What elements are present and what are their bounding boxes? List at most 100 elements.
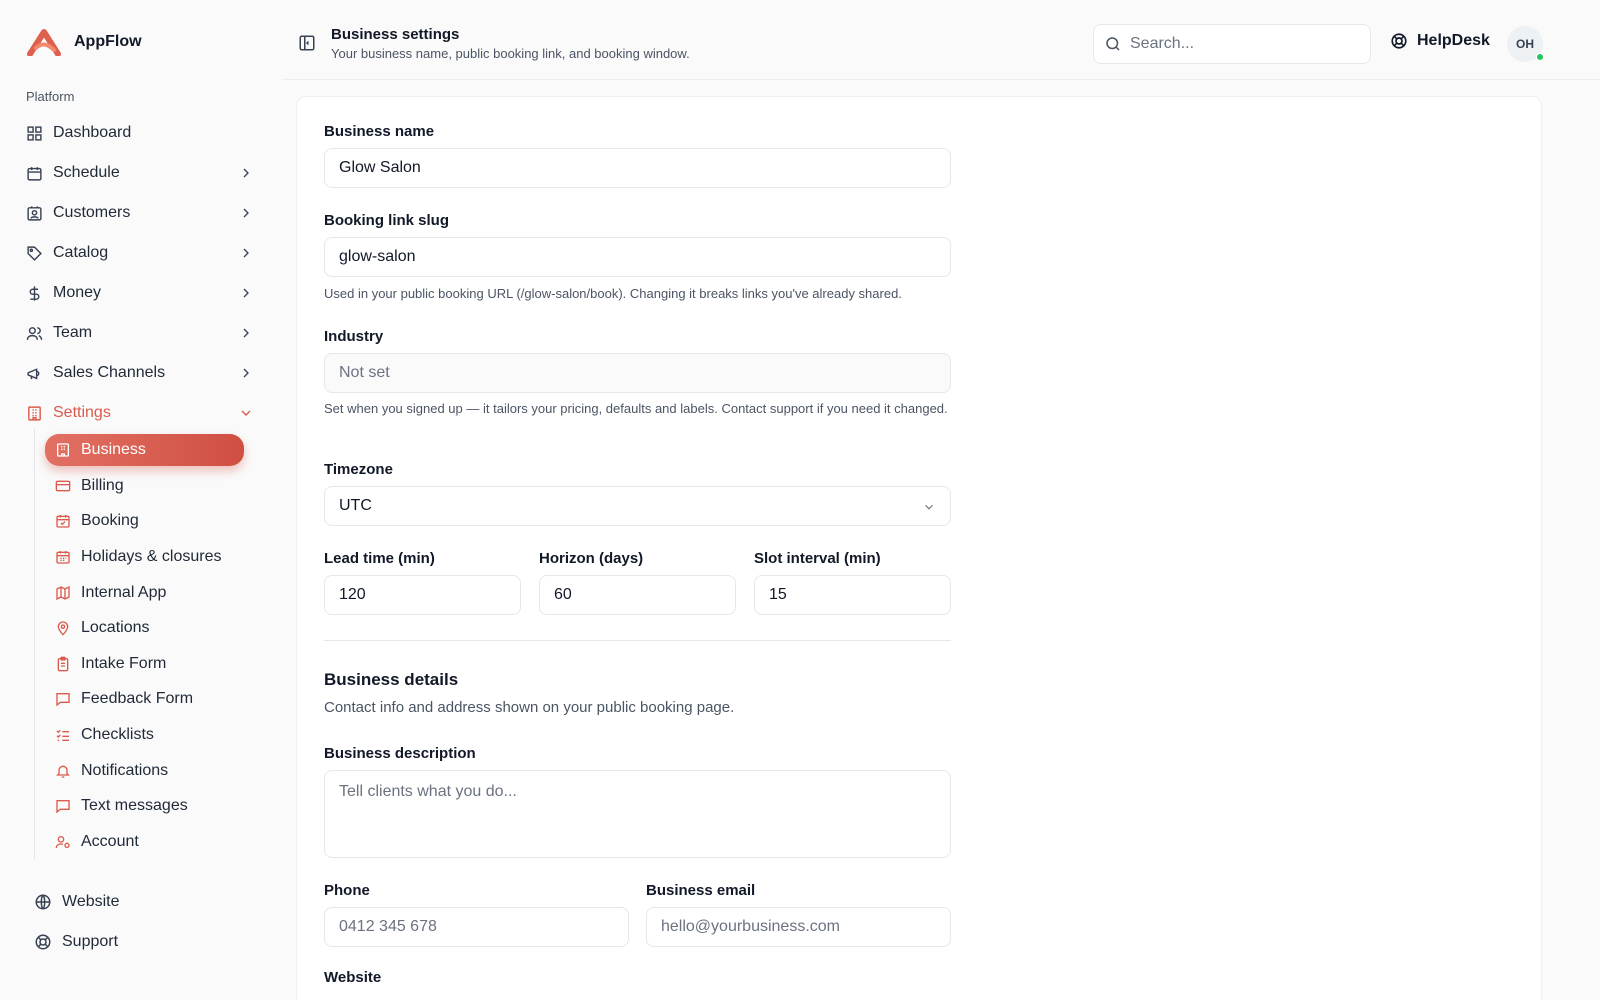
timezone-select[interactable]: UTC (324, 486, 951, 526)
sidebar-item-catalog[interactable]: Catalog (26, 233, 258, 273)
settings-item-business[interactable]: Business (45, 434, 244, 466)
sidebar: AppFlow Platform Dashboard Schedule Cust… (0, 0, 282, 1000)
message-square-icon (56, 693, 70, 707)
timezone-value: UTC (339, 497, 372, 514)
sidebar-item-label: Customers (53, 204, 131, 221)
sidebar-toggle-icon[interactable] (298, 34, 316, 52)
settings-item-notifications[interactable]: Notifications (45, 753, 244, 789)
sidebar-item-schedule[interactable]: Schedule (26, 153, 258, 193)
megaphone-icon (27, 367, 40, 380)
users-icon (26, 326, 43, 340)
credit-card-icon (55, 480, 71, 492)
settings-item-internal-app[interactable]: Internal App (45, 575, 244, 611)
sidebar-item-label: Money (53, 284, 102, 301)
business-name-label: Business name (324, 123, 435, 140)
list-checks-icon (56, 729, 69, 741)
sidebar-item-sales-channels[interactable]: Sales Channels (26, 353, 258, 393)
globe-icon (35, 894, 51, 910)
slot-interval-input[interactable]: 15 (754, 575, 951, 615)
calendar-check-icon (56, 515, 70, 529)
industry-input: Not set (324, 353, 951, 393)
industry-help-text: Set when you signed up — it tailors your… (324, 401, 948, 416)
settings-item-locations[interactable]: Locations (45, 610, 244, 646)
sidebar-item-support[interactable]: Support (34, 922, 120, 962)
settings-item-text-messages[interactable]: Text messages (45, 788, 244, 824)
search-icon (1106, 37, 1120, 51)
slug-input[interactable]: glow-salon (324, 237, 951, 277)
business-details-title: Business details (324, 670, 459, 689)
settings-item-label: Checklists (81, 725, 154, 743)
search-box (1093, 24, 1371, 64)
helpdesk-label: HelpDesk (1417, 32, 1490, 49)
settings-item-label: Feedback Form (81, 690, 194, 708)
business-name-input[interactable]: Glow Salon (324, 148, 951, 188)
settings-item-label: Locations (81, 619, 150, 637)
horizon-input[interactable]: 60 (539, 575, 736, 615)
calendar-icon (56, 550, 70, 564)
business-details-subtitle: Contact info and address shown on your p… (324, 699, 735, 716)
chevron-right-icon (243, 168, 249, 178)
calendar-icon (27, 166, 42, 181)
lead-time-label: Lead time (min) (324, 550, 435, 567)
page-subtitle: Your business name, public booking link,… (331, 46, 690, 61)
settings-item-checklists[interactable]: Checklists (45, 717, 244, 753)
settings-item-label: Holidays & closures (81, 547, 222, 565)
tag-icon (27, 245, 42, 261)
dollar-icon (29, 285, 40, 301)
sidebar-item-label: Dashboard (53, 124, 132, 141)
sidebar-item-team[interactable]: Team (26, 313, 258, 353)
brand[interactable]: AppFlow (26, 28, 142, 56)
settings-item-feedback-form[interactable]: Feedback Form (45, 682, 244, 718)
section-divider (324, 640, 951, 641)
sidebar-item-label: Team (53, 324, 93, 341)
settings-item-label: Internal App (81, 583, 167, 601)
horizon-label: Horizon (days) (539, 550, 644, 567)
settings-card: Business name Glow Salon Booking link sl… (296, 96, 1542, 1000)
grid-icon (27, 125, 42, 141)
phone-input[interactable]: 0412 345 678 (324, 907, 629, 947)
sidebar-item-money[interactable]: Money (26, 273, 258, 313)
settings-item-intake-form[interactable]: Intake Form (45, 646, 244, 682)
chevron-right-icon (243, 248, 249, 258)
settings-item-label: Intake Form (81, 654, 167, 672)
lifebuoy-icon (35, 934, 51, 950)
sidebar-item-label: Settings (53, 404, 111, 421)
sidebar-item-dashboard[interactable]: Dashboard (26, 113, 258, 153)
slug-help-text: Used in your public booking URL (/glow-s… (324, 286, 902, 301)
chevron-right-icon (243, 208, 249, 218)
description-textarea[interactable]: Tell clients what you do... (324, 770, 951, 858)
sidebar-item-website[interactable]: Website (34, 882, 120, 922)
sidebar-item-label: Support (62, 933, 119, 950)
settings-item-holidays[interactable]: Holidays & closures (45, 539, 244, 575)
settings-item-account[interactable]: Account (45, 824, 244, 860)
business-email-input[interactable]: hello@yourbusiness.com (646, 907, 951, 947)
sidebar-item-label: Schedule (53, 164, 120, 181)
nav-group-label: Platform (26, 89, 75, 104)
chevron-down-icon (925, 504, 933, 510)
avatar[interactable]: OH (1507, 26, 1544, 62)
settings-item-label: Business (81, 441, 146, 458)
phone-label: Phone (324, 882, 370, 899)
chevron-right-icon (243, 288, 249, 298)
clipboard-icon (57, 656, 69, 672)
sidebar-item-customers[interactable]: Customers (26, 193, 258, 233)
settings-item-label: Account (81, 832, 139, 850)
slug-label: Booking link slug (324, 212, 450, 229)
settings-item-booking[interactable]: Booking (45, 504, 244, 540)
map-pin-icon (57, 621, 69, 636)
settings-item-label: Booking (81, 512, 139, 530)
chevron-right-icon (243, 368, 249, 378)
main-nav: Dashboard Schedule Customers Catalog Mon… (26, 113, 258, 433)
top-header: Business settings Your business name, pu… (282, 0, 1600, 80)
settings-item-billing[interactable]: Billing (45, 468, 244, 504)
contact-icon (27, 205, 42, 221)
page-title: Business settings (331, 26, 460, 43)
lead-time-input[interactable]: 120 (324, 575, 521, 615)
helpdesk-button[interactable]: HelpDesk (1390, 32, 1490, 50)
avatar-initials: OH (1516, 37, 1534, 51)
sidebar-item-settings[interactable]: Settings (26, 393, 258, 433)
sidebar-item-label: Website (62, 893, 120, 910)
sidebar-item-label: Sales Channels (53, 364, 166, 381)
search-input[interactable] (1130, 35, 1350, 53)
building-icon (57, 443, 69, 457)
